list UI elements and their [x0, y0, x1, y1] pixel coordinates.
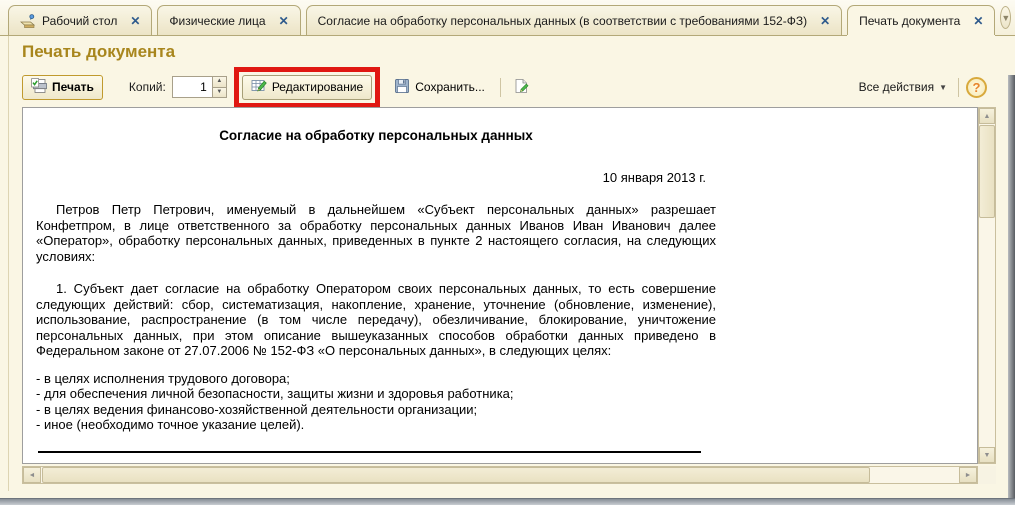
edit-button[interactable]: Редактирование	[242, 75, 372, 100]
document-preview-area: Согласие на обработку персональных данны…	[22, 107, 978, 464]
page-title: Печать документа	[22, 42, 175, 62]
scrollbar-corner	[978, 466, 996, 484]
toolbar-separator	[500, 78, 501, 97]
edit-button-label: Редактирование	[272, 80, 363, 94]
tab-consent-form[interactable]: Согласие на обработку персональных данны…	[306, 5, 843, 35]
chevron-down-icon: ▼	[939, 83, 947, 92]
document-page: Согласие на обработку персональных данны…	[36, 108, 716, 453]
print-button[interactable]: Печать	[22, 75, 103, 100]
close-icon[interactable]: ✕	[973, 15, 983, 27]
signature-line	[38, 451, 701, 453]
scroll-left-button[interactable]: ◄	[23, 467, 41, 483]
print-button-label: Печать	[52, 80, 94, 94]
tab-label: Физические лица	[169, 14, 265, 28]
scroll-up-button[interactable]: ▲	[979, 108, 995, 124]
close-icon[interactable]: ✕	[279, 15, 289, 27]
save-button[interactable]: Сохранить...	[386, 75, 493, 100]
doc-list-item: - в целях ведения финансово-хозяйственно…	[36, 402, 716, 418]
document-paragraph: 1. Субъект дает согласие на обработку Оп…	[36, 281, 716, 359]
tab-overflow-button[interactable]: ▼	[1000, 6, 1011, 29]
taskbar-edge	[0, 498, 1015, 505]
copies-stepper: ▲ ▼	[172, 76, 227, 98]
document-paragraph: Петров Петр Петрович, именуемый в дальне…	[36, 202, 716, 264]
document-title: Согласие на обработку персональных данны…	[36, 128, 716, 144]
copies-label: Копий:	[129, 80, 166, 94]
horizontal-scroll-thumb[interactable]	[42, 467, 870, 483]
doc-list-item: - для обеспечения личной безопасности, з…	[36, 386, 716, 402]
copies-spin-up[interactable]: ▲	[212, 76, 227, 88]
tab-individuals[interactable]: Физические лица ✕	[157, 5, 300, 35]
page-edit-button[interactable]	[508, 75, 534, 100]
window-right-edge	[1008, 75, 1015, 498]
tab-label: Согласие на обработку персональных данны…	[318, 14, 807, 28]
all-actions-button[interactable]: Все действия ▼	[855, 77, 951, 97]
tab-label: Рабочий стол	[42, 14, 117, 28]
edit-table-pencil-icon	[251, 78, 267, 97]
copies-spin-down[interactable]: ▼	[212, 88, 227, 99]
question-mark-icon: ?	[973, 80, 981, 95]
toolbar-separator	[958, 78, 959, 97]
vertical-scrollbar[interactable]: ▲ ▼	[978, 107, 996, 464]
scroll-right-button[interactable]: ►	[959, 467, 977, 483]
close-icon[interactable]: ✕	[820, 15, 830, 27]
document-date: 10 января 2013 г.	[36, 170, 716, 186]
tab-bar: Рабочий стол ✕ Физические лица ✕ Согласи…	[0, 0, 1015, 36]
doc-list-item: - в целях исполнения трудового договора;	[36, 371, 716, 387]
printer-icon	[31, 78, 47, 97]
close-icon[interactable]: ✕	[130, 15, 140, 27]
page-pencil-icon	[513, 78, 529, 97]
scroll-down-button[interactable]: ▼	[979, 447, 995, 463]
chevron-down-icon: ▼	[1001, 13, 1010, 23]
save-button-label: Сохранить...	[415, 80, 485, 94]
all-actions-label: Все действия	[859, 80, 934, 94]
copies-input[interactable]	[172, 76, 212, 98]
annotation-red-box: Редактирование	[234, 67, 380, 108]
toolbar: Печать Копий: ▲ ▼	[22, 70, 987, 104]
tab-desktop[interactable]: Рабочий стол ✕	[8, 5, 152, 35]
window-left-border	[8, 36, 9, 491]
help-button[interactable]: ?	[966, 77, 987, 98]
vertical-scroll-thumb[interactable]	[979, 125, 995, 218]
doc-list-item: - иное (необходимо точное указание целей…	[36, 417, 716, 433]
tab-print-document[interactable]: Печать документа ✕	[847, 5, 995, 35]
horizontal-scrollbar[interactable]: ◄ ►	[22, 466, 978, 484]
floppy-icon	[394, 78, 410, 97]
desktop-icon	[20, 13, 36, 29]
tab-label: Печать документа	[859, 14, 960, 28]
